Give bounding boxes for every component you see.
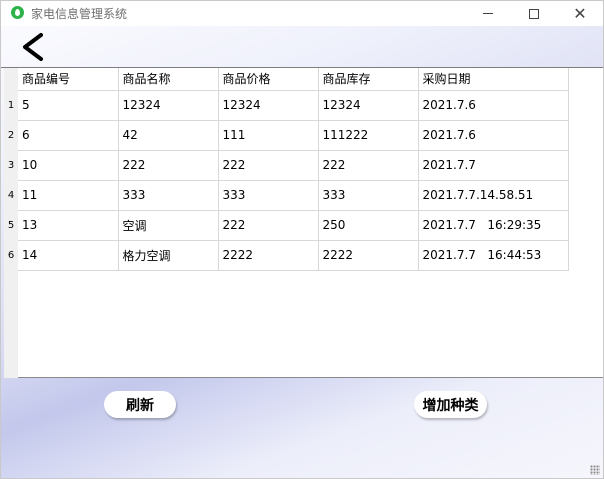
cell-name[interactable]: 12324: [118, 90, 219, 121]
chevron-left-icon: [23, 33, 43, 61]
cell-name[interactable]: 格力空调: [118, 240, 219, 271]
column-header-id[interactable]: 商品编号: [18, 68, 119, 91]
table-row[interactable]: 5 12324 12324 12324 2021.7.6: [18, 90, 569, 121]
cell-name[interactable]: 42: [118, 120, 219, 151]
column-header-stock[interactable]: 商品库存: [318, 68, 419, 91]
resize-grip[interactable]: [590, 465, 600, 475]
row-number[interactable]: 4: [4, 180, 18, 210]
cell-date[interactable]: 2021.7.6: [418, 120, 569, 151]
back-button[interactable]: [17, 32, 51, 62]
table-row[interactable]: 14 格力空调 2222 2222 2021.7.7 16:44:53: [18, 240, 569, 271]
cell-name[interactable]: 222: [118, 150, 219, 181]
cell-date[interactable]: 2021.7.7 16:29:35: [418, 210, 569, 241]
minimize-icon: [483, 13, 493, 14]
table-row[interactable]: 11 333 333 333 2021.7.7.14.58.51: [18, 180, 569, 211]
cell-price[interactable]: 222: [218, 210, 319, 241]
cell-id[interactable]: 10: [18, 150, 119, 181]
cell-id[interactable]: 14: [18, 240, 119, 271]
cell-date[interactable]: 2021.7.7: [418, 150, 569, 181]
maximize-icon: [529, 8, 539, 19]
cell-id[interactable]: 6: [18, 120, 119, 151]
row-number[interactable]: 2: [4, 120, 18, 150]
maximize-button[interactable]: [511, 1, 557, 26]
cell-price[interactable]: 333: [218, 180, 319, 211]
column-header-name[interactable]: 商品名称: [118, 68, 219, 91]
app-icon: [11, 6, 24, 19]
table-header-row: 商品编号 商品名称 商品价格 商品库存 采购日期: [18, 68, 569, 91]
cell-id[interactable]: 5: [18, 90, 119, 121]
window-title: 家电信息管理系统: [31, 7, 128, 21]
title-bar: 家电信息管理系统 ✕: [1, 1, 603, 26]
close-button[interactable]: ✕: [557, 1, 603, 26]
table-row[interactable]: 10 222 222 222 2021.7.7: [18, 150, 569, 181]
row-number[interactable]: 3: [4, 150, 18, 180]
refresh-button[interactable]: 刷新: [104, 391, 176, 418]
minimize-button[interactable]: [465, 1, 511, 26]
table-row[interactable]: 6 42 111 111222 2021.7.6: [18, 120, 569, 151]
add-category-button[interactable]: 增加种类: [414, 391, 487, 418]
cell-stock[interactable]: 12324: [318, 90, 419, 121]
row-number[interactable]: 1: [4, 90, 18, 120]
cell-stock[interactable]: 250: [318, 210, 419, 241]
table-corner: [4, 68, 18, 90]
cell-price[interactable]: 12324: [218, 90, 319, 121]
cell-stock[interactable]: 2222: [318, 240, 419, 271]
app-window: 家电信息管理系统 ✕ 123456 商品编号 商品名称 商品价格 商品库存 采购…: [0, 0, 604, 479]
cell-price[interactable]: 222: [218, 150, 319, 181]
cell-name[interactable]: 333: [118, 180, 219, 211]
cell-id[interactable]: 11: [18, 180, 119, 211]
goods-table-view[interactable]: 123456 商品编号 商品名称 商品价格 商品库存 采购日期 5 12324 12…: [4, 68, 603, 378]
close-icon: ✕: [573, 3, 587, 23]
cell-name[interactable]: 空调: [118, 210, 219, 241]
column-header-date[interactable]: 采购日期: [418, 68, 569, 91]
table-row[interactable]: 13 空调 222 250 2021.7.7 16:29:35: [18, 210, 569, 241]
cell-date[interactable]: 2021.7.7 16:44:53: [418, 240, 569, 271]
cell-price[interactable]: 111: [218, 120, 319, 151]
row-number[interactable]: 5: [4, 210, 18, 240]
cell-price[interactable]: 2222: [218, 240, 319, 271]
cell-id[interactable]: 13: [18, 210, 119, 241]
goods-table: 商品编号 商品名称 商品价格 商品库存 采购日期 5 12324 12324 1232…: [18, 68, 569, 271]
cell-date[interactable]: 2021.7.7.14.58.51: [418, 180, 569, 211]
cell-stock[interactable]: 333: [318, 180, 419, 211]
column-header-price[interactable]: 商品价格: [218, 68, 319, 91]
cell-date[interactable]: 2021.7.6: [418, 90, 569, 121]
row-number[interactable]: 6: [4, 240, 18, 270]
cell-stock[interactable]: 111222: [318, 120, 419, 151]
cell-stock[interactable]: 222: [318, 150, 419, 181]
toolbar: [1, 26, 603, 68]
